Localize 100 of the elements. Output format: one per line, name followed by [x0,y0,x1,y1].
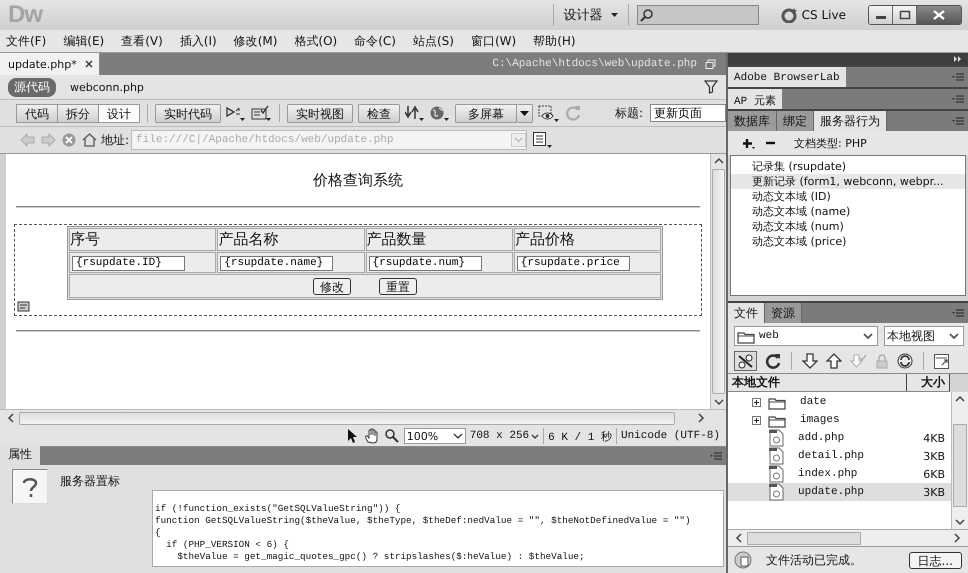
expand-panels-icon[interactable] [953,55,962,63]
vertical-scrollbar[interactable] [951,392,968,529]
check-out-icon[interactable] [850,354,867,368]
server-behavior-item[interactable]: 更新记录 (form1, webconn, webpr... [731,174,965,189]
related-file-tab[interactable]: 源代码 [8,78,56,96]
menu-item[interactable]: 文件(F) [6,32,46,50]
check-page-icon[interactable] [251,105,272,121]
file-row[interactable]: date [728,393,951,411]
menu-item[interactable]: 格式(O) [294,32,338,50]
panel-menu-icon[interactable] [952,94,964,104]
menu-item[interactable]: 帮助(H) [533,32,576,50]
menu-item[interactable]: 修改(M) [234,32,278,50]
restore-icon[interactable] [705,58,716,70]
php-file-icon [768,429,784,447]
transfer-icon[interactable] [405,105,425,121]
properties-tab[interactable]: 属性 [0,445,40,465]
document-tab[interactable]: update.php* [0,53,100,75]
globe-icon[interactable] [430,105,450,121]
server-behavior-item[interactable]: 动态文本域 (ID) [731,189,965,204]
vertical-scrollbar[interactable] [710,154,726,409]
browserlab-panel-tab[interactable]: Adobe BrowserLab [728,67,846,87]
close-button[interactable] [917,6,961,24]
zoom-icon[interactable] [384,428,400,444]
sync-icon[interactable] [897,353,913,369]
file-row[interactable]: update.php 3KB [728,483,951,501]
panel-tab[interactable]: 绑定 [777,111,814,131]
panel-menu-icon[interactable] [952,72,964,82]
column-header[interactable]: 本地文件 [728,374,907,391]
panel-tab[interactable]: 资源 [765,303,802,323]
file-row[interactable]: images [728,411,951,429]
expand-icon[interactable] [752,398,761,406]
get-files-icon[interactable] [802,353,818,369]
view-button[interactable]: 拆分 [57,104,98,122]
menu-item[interactable]: 站点(S) [412,32,454,50]
horizontal-scrollbar[interactable] [0,409,726,426]
file-row[interactable]: add.php 4KB [728,429,951,447]
refresh-icon[interactable] [765,353,781,369]
file-name: index.php [798,468,858,480]
put-files-icon[interactable] [826,353,842,369]
connect-icon[interactable] [734,351,757,371]
text-field[interactable]: {rsupdate.price [516,256,630,271]
server-behavior-item[interactable]: 动态文本域 (name) [731,204,965,219]
scroll-down-icon [954,517,966,527]
related-file-tab[interactable]: webconn.php [64,80,150,94]
server-behavior-item[interactable]: 动态文本域 (num) [731,219,965,234]
text-field[interactable]: {rsupdate.ID} [72,256,185,271]
menu-item[interactable]: 查看(V) [121,32,163,50]
site-dropdown[interactable]: web [734,326,878,346]
menu-item[interactable]: 插入(I) [180,32,217,50]
panel-tab[interactable]: 数据库 [728,111,777,131]
file-row[interactable]: detail.php 3KB [728,447,951,465]
view-dropdown[interactable]: 本地视图 [884,326,964,346]
menu-item[interactable]: 命令(C) [354,32,396,50]
title-field[interactable]: 更新页面 [650,104,726,122]
form-button[interactable]: 重置 [379,278,417,294]
panel-tab[interactable]: 服务器行为 [814,111,887,131]
panel-menu-icon[interactable] [952,308,964,318]
minus-icon[interactable] [765,139,776,147]
search-field[interactable] [636,5,759,25]
menu-item[interactable]: 编辑(E) [63,32,104,50]
text-field[interactable]: {rsupdate.num} [368,256,482,271]
server-behavior-item[interactable]: 动态文本域 (price) [731,234,965,249]
log-button[interactable]: 日志... [908,552,962,568]
panel-menu-icon[interactable] [952,116,964,126]
minimize-button[interactable] [869,6,893,24]
stop-icon[interactable] [62,133,76,147]
home-icon[interactable] [82,133,97,147]
text-field[interactable]: {rsupdate.name} [220,256,334,271]
column-header[interactable]: 大小 [907,374,950,391]
close-icon[interactable] [84,60,93,68]
window-size-dropdown[interactable]: 708 x 256 [470,430,540,442]
horizontal-scrollbar[interactable] [728,529,968,546]
file-row[interactable]: index.php 6KB [728,465,951,483]
ap-elements-panel-tab[interactable]: AP 元素 [728,89,782,109]
cs-live-button[interactable]: CS Live [774,6,852,24]
filter-icon[interactable] [704,80,718,94]
caret-icon [452,433,463,439]
live-code-button[interactable]: 实时代码 [155,104,221,122]
expand-window-icon[interactable] [934,354,949,368]
view-button[interactable]: 设计 [98,104,140,122]
live-view-button[interactable]: 实时视图 [287,104,353,122]
hand-icon[interactable] [364,428,380,444]
panel-menu-icon[interactable] [710,451,722,461]
menu-item[interactable]: 窗口(W) [470,32,516,50]
panel-tab[interactable]: 文件 [728,303,765,323]
form-button[interactable]: 修改 [313,278,351,294]
server-behavior-item[interactable]: 记录集 (rsupdate) [731,159,965,174]
multiscreen-button[interactable]: 多屏幕 [455,104,517,122]
view-button[interactable]: 代码 [16,104,57,122]
maximize-button[interactable] [893,6,917,24]
expand-icon[interactable] [752,416,761,424]
scroll-right-icon [696,412,706,424]
eye-icon[interactable] [538,104,560,122]
list-icon[interactable] [533,132,554,148]
dropdown-button[interactable] [517,104,533,122]
workspace-switcher[interactable]: 设计器 [552,4,629,26]
arrows-icon[interactable] [226,105,246,121]
plus-icon[interactable] [742,138,755,148]
inspect-button[interactable]: 检查 [358,104,400,122]
zoom-field[interactable]: 100% [404,428,466,444]
